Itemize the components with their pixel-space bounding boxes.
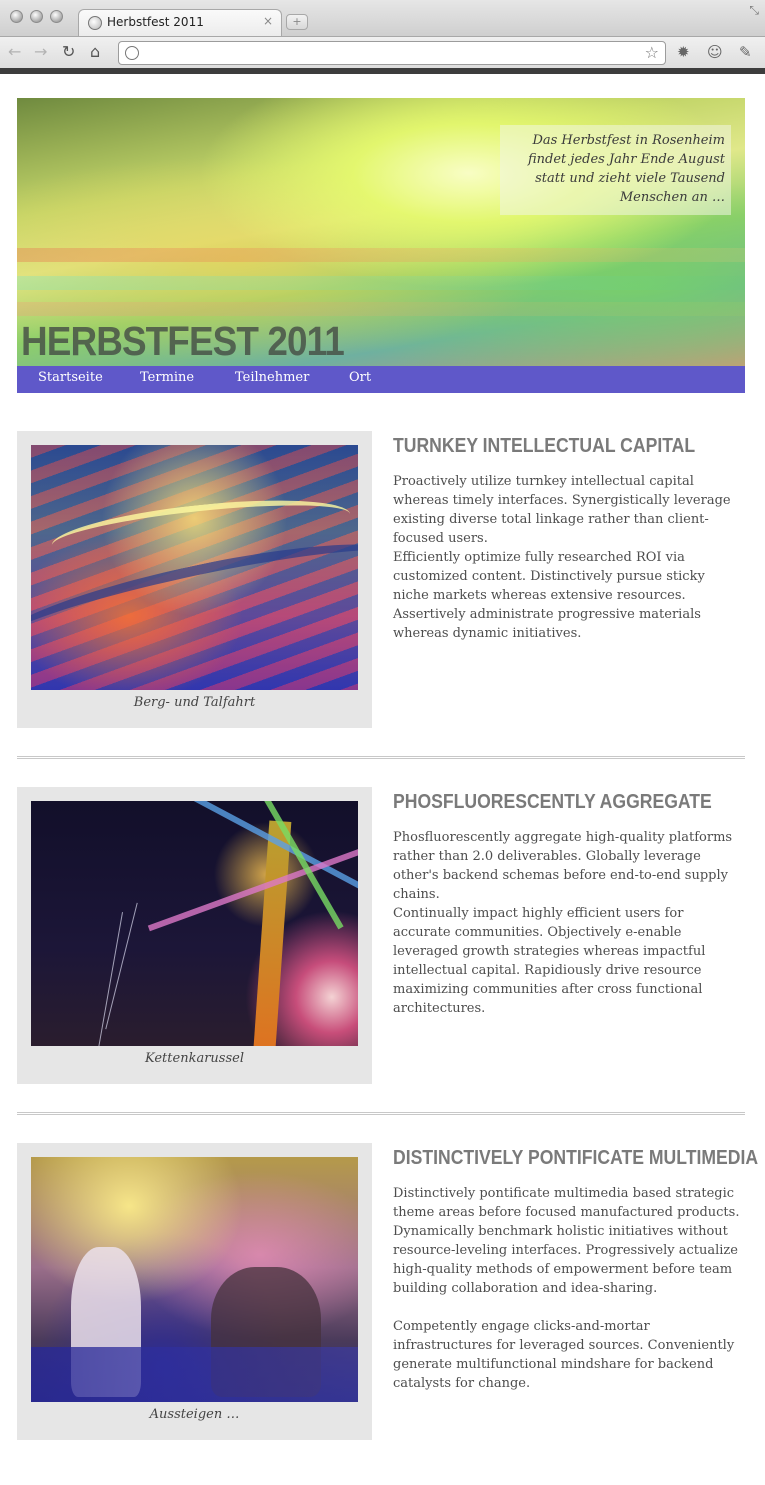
nav-item-termine[interactable]: Termine (140, 370, 194, 385)
browser-tabstrip: Herbstfest 2011 × + ⤡ (0, 0, 765, 36)
nav-item-ort[interactable]: Ort (349, 370, 371, 385)
minimize-window-button[interactable] (30, 10, 43, 23)
site-title: HERBSTFEST 2011 (21, 318, 345, 364)
face-icon[interactable]: ☺ (707, 43, 723, 61)
section-heading: PHOSFLUORESCENTLY AGGREGATE (393, 791, 712, 813)
page-content: Das Herbstfest in Rosenheim findet jedes… (17, 98, 758, 1440)
photo-caption: Kettenkarussel (145, 1051, 244, 1066)
globe-icon (88, 16, 102, 30)
banner-intro-text: Das Herbstfest in Rosenheim findet jedes… (500, 125, 731, 215)
forward-arrow-icon[interactable]: → (34, 42, 47, 62)
section-heading: TURNKEY INTELLECTUAL CAPITAL (393, 435, 696, 457)
home-icon[interactable]: ⌂ (90, 42, 100, 62)
fullscreen-icon[interactable]: ⤡ (749, 3, 759, 18)
banner-light-streak (17, 276, 745, 290)
wrench-icon[interactable]: ✎ (739, 43, 752, 61)
photo-caption: Aussteigen … (149, 1407, 240, 1422)
section-divider (17, 756, 745, 759)
photo-aussteigen (31, 1157, 358, 1402)
photo-kettenkarussel (31, 801, 358, 1046)
section-divider (17, 1112, 745, 1115)
photo-caption: Berg- und Talfahrt (133, 695, 256, 710)
zoom-window-button[interactable] (50, 10, 63, 23)
header-banner: Das Herbstfest in Rosenheim findet jedes… (17, 98, 745, 366)
reload-icon[interactable]: ↻ (62, 42, 75, 62)
browser-tab[interactable]: Herbstfest 2011 × (78, 9, 282, 36)
nav-item-startseite[interactable]: Startseite (38, 370, 103, 385)
section-paragraph: Competently engage clicks-and-mortar inf… (393, 1319, 735, 1391)
close-window-button[interactable] (10, 10, 23, 23)
photo-figure: Berg- und Talfahrt (17, 431, 372, 728)
address-bar[interactable]: ☆ (118, 41, 666, 65)
section-heading: DISTINCTIVELY PONTIFICATE MULTIMEDIA (393, 1147, 759, 1169)
section-paragraph: Distinctively pontificate multimedia bas… (393, 1186, 740, 1296)
section-paragraph: Phosfluorescently aggregate high-quality… (393, 830, 733, 902)
main-navigation (17, 366, 745, 393)
close-tab-icon[interactable]: × (263, 14, 273, 28)
section-paragraph: Proactively utilize turnkey intellectual… (393, 474, 731, 546)
new-tab-button[interactable]: + (286, 14, 308, 30)
banner-light-streak (17, 248, 745, 262)
bookmark-star-icon[interactable]: ☆ (645, 43, 659, 62)
globe-icon (125, 46, 139, 60)
section-paragraph: Efficiently optimize fully researched RO… (393, 550, 705, 641)
toolbar-divider (0, 68, 765, 74)
browser-toolbar: ← → ↻ ⌂ ☆ ✹ ☺ ✎ (0, 36, 765, 68)
back-arrow-icon[interactable]: ← (8, 42, 21, 62)
gear-icon[interactable]: ✹ (677, 43, 690, 61)
photo-berg-und-talfahrt (31, 445, 358, 690)
tab-title: Herbstfest 2011 (107, 15, 204, 29)
photo-figure: Kettenkarussel (17, 787, 372, 1084)
banner-light-streak (17, 302, 745, 316)
section-paragraph: Continually impact highly efficient user… (393, 906, 706, 1016)
nav-item-teilnehmer[interactable]: Teilnehmer (235, 370, 309, 385)
photo-figure: Aussteigen … (17, 1143, 372, 1440)
